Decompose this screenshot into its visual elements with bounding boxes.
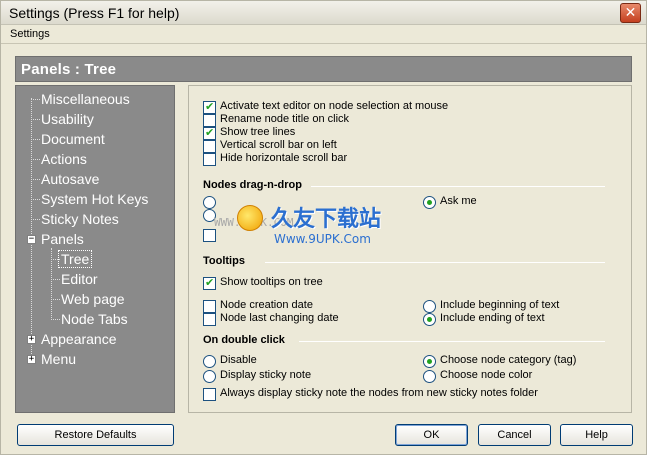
tree-line: [51, 319, 60, 320]
section-title: Tooltips: [203, 255, 245, 267]
checkbox[interactable]: [203, 313, 216, 326]
option-label: Activate text editor on node selection a…: [220, 100, 449, 112]
tree-item-actions[interactable]: Actions: [41, 151, 87, 167]
section-title: Nodes drag-n-drop: [203, 179, 302, 191]
tree-item-editor[interactable]: Editor: [61, 271, 98, 287]
option-label: Choose node category (tag): [440, 354, 577, 366]
ok-button[interactable]: OK: [395, 424, 468, 446]
window-title: Settings (Press F1 for help): [9, 5, 180, 21]
tree-line: [31, 159, 40, 160]
option-label: Vertical scroll bar on left: [220, 139, 337, 151]
tree-line: [31, 199, 40, 200]
tree-line: [51, 279, 60, 280]
checkbox[interactable]: ✔: [203, 276, 216, 290]
checkbox[interactable]: [203, 229, 216, 242]
title-bar[interactable]: Settings (Press F1 for help) ✕: [1, 1, 646, 25]
close-button[interactable]: ✕: [620, 3, 641, 23]
page-title: Panels : Tree: [21, 61, 117, 78]
section-double-click: On double click: [203, 334, 623, 348]
radio-dot: [427, 200, 432, 205]
close-icon: ✕: [624, 5, 637, 21]
radio[interactable]: [203, 196, 216, 209]
tree-item-autosave[interactable]: Autosave: [41, 171, 99, 187]
tree-item-system-hot-keys[interactable]: System Hot Keys: [41, 191, 148, 207]
settings-content: ✔ Activate text editor on node selection…: [188, 85, 632, 413]
option-label: Include ending of text: [440, 312, 545, 324]
option-label: Display sticky note: [220, 369, 312, 381]
tree-item-panels[interactable]: Panels: [41, 231, 84, 247]
option-label: Show tooltips on tree: [220, 276, 323, 288]
tree-item-miscellaneous[interactable]: Miscellaneous: [41, 91, 130, 107]
checkbox[interactable]: [203, 300, 216, 313]
radio[interactable]: [423, 355, 436, 368]
cancel-button[interactable]: Cancel: [478, 424, 551, 446]
option-label: Hide horizontale scroll bar: [220, 152, 348, 164]
tree-item-tree[interactable]: Tree: [57, 250, 93, 268]
checkbox[interactable]: [203, 388, 216, 401]
settings-tree: Miscellaneous Usability Document Actions…: [15, 85, 175, 413]
option-label: Include beginning of text: [440, 299, 560, 311]
radio[interactable]: [203, 209, 216, 222]
checkbox[interactable]: [203, 153, 216, 166]
menu-bar: Settings: [1, 26, 646, 44]
section-divider: [299, 341, 605, 342]
radio[interactable]: [423, 370, 436, 383]
tree-item-document[interactable]: Document: [41, 131, 105, 147]
check-icon: ✔: [205, 126, 215, 139]
collapse-icon[interactable]: −: [27, 235, 36, 244]
option-label: Show tree lines: [220, 126, 296, 138]
checkbox[interactable]: ✔: [203, 100, 216, 114]
option-label: Choose node color: [440, 369, 533, 381]
checkbox[interactable]: [203, 140, 216, 153]
tree-line: [31, 119, 40, 120]
expand-icon[interactable]: +: [27, 355, 36, 364]
check-icon: ✔: [205, 100, 215, 113]
checkbox[interactable]: ✔: [203, 126, 216, 140]
expand-icon[interactable]: +: [27, 335, 36, 344]
radio[interactable]: [203, 355, 216, 368]
tree-item-node-tabs[interactable]: Node Tabs: [61, 311, 128, 327]
tree-line: [31, 219, 40, 220]
option-label: Node last changing date: [220, 312, 339, 324]
restore-defaults-button[interactable]: Restore Defaults: [17, 424, 174, 446]
radio[interactable]: [423, 300, 436, 313]
tree-item-menu[interactable]: Menu: [41, 351, 76, 367]
section-divider: [311, 186, 605, 187]
tree-line: [51, 299, 60, 300]
tree-item-web-page[interactable]: Web page: [61, 291, 125, 307]
settings-window: Settings (Press F1 for help) ✕ Settings …: [0, 0, 647, 455]
check-icon: ✔: [205, 276, 215, 289]
radio[interactable]: [423, 313, 436, 326]
option-label: Disable: [220, 354, 257, 366]
section-drag-drop: Nodes drag-n-drop: [203, 179, 623, 193]
tree-line: [31, 98, 32, 360]
option-label: Rename node title on click: [220, 113, 350, 125]
section-divider: [265, 262, 605, 263]
tree-item-appearance[interactable]: Appearance: [41, 331, 117, 347]
tree-line: [31, 179, 40, 180]
section-tooltips: Tooltips: [203, 255, 623, 269]
radio-dot: [427, 317, 432, 322]
tree-line: [31, 99, 40, 100]
tree-item-usability[interactable]: Usability: [41, 111, 94, 127]
radio[interactable]: [423, 196, 436, 209]
help-button[interactable]: Help: [560, 424, 633, 446]
tree-line: [31, 139, 40, 140]
option-label: Always display sticky note the nodes fro…: [220, 387, 538, 399]
option-label: Node creation date: [220, 299, 313, 311]
radio-dot: [427, 359, 432, 364]
panel-header: Panels : Tree: [15, 56, 632, 82]
menu-settings[interactable]: Settings: [10, 28, 50, 40]
tree-item-sticky-notes[interactable]: Sticky Notes: [41, 211, 119, 227]
radio[interactable]: [203, 370, 216, 383]
option-label: Ask me: [440, 195, 477, 207]
section-title: On double click: [203, 334, 285, 346]
